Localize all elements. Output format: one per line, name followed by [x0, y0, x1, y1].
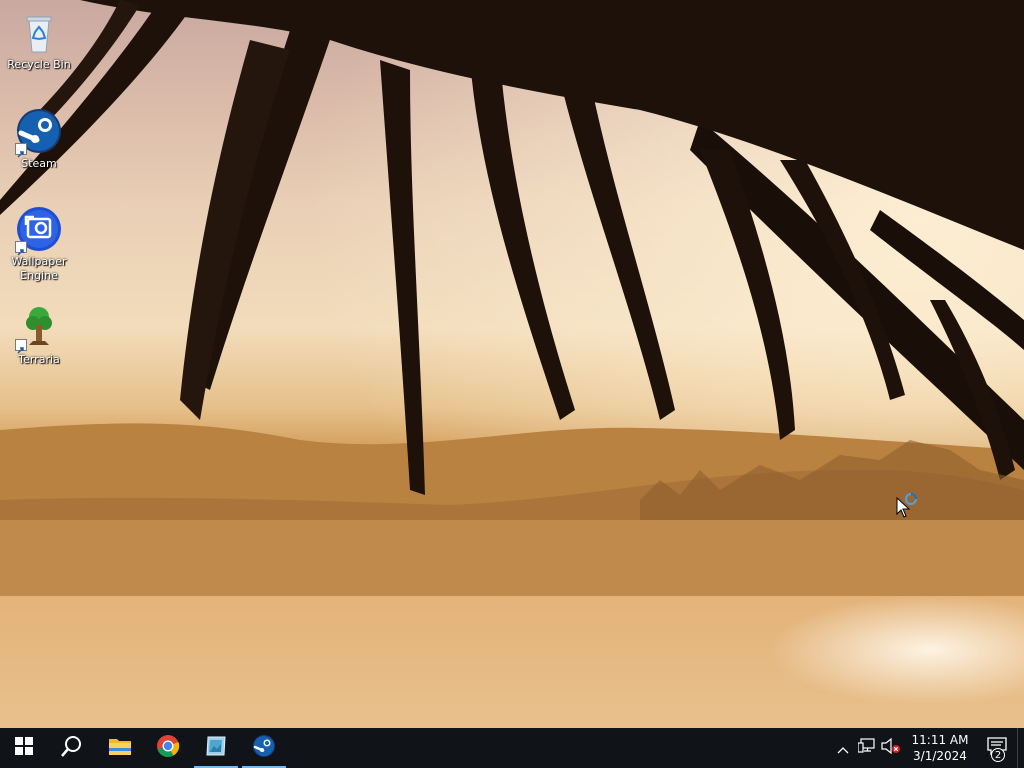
steam-icon [252, 734, 276, 762]
chevron-up-icon [837, 739, 849, 758]
shortcut-arrow-icon [15, 241, 27, 256]
notification-count-badge: 2 [991, 748, 1005, 762]
wallpaper-app-icon [204, 734, 228, 762]
network-icon [857, 738, 876, 758]
taskbar-file-explorer[interactable] [96, 728, 144, 768]
desktop-icon-recycle-bin[interactable]: Recycle Bin [1, 8, 77, 72]
volume-button[interactable] [879, 728, 903, 768]
show-hidden-icons-button[interactable] [831, 728, 855, 768]
busy-cursor-icon [896, 490, 920, 522]
network-button[interactable] [855, 728, 879, 768]
desktop[interactable]: Recycle Bin Steam Wallpaper Engine Terra… [0, 0, 1024, 728]
recycle-bin-icon [15, 8, 63, 56]
taskbar: 11:11 AM 3/1/2024 2 [0, 728, 1024, 768]
desktop-icon-steam[interactable]: Steam [1, 107, 77, 171]
system-tray: 11:11 AM 3/1/2024 2 [831, 728, 1024, 768]
shortcut-arrow-icon [15, 339, 27, 354]
clock-time: 11:11 AM [911, 733, 969, 747]
chrome-icon [156, 734, 180, 762]
desktop-icon-label: Recycle Bin [7, 58, 71, 71]
desktop-icon-label: Steam [21, 157, 57, 170]
clock-date: 3/1/2024 [913, 749, 967, 763]
windows-start-icon [15, 737, 33, 759]
desktop-icon-terraria[interactable]: Terraria [1, 303, 77, 367]
wallpaper-engine-icon [15, 205, 63, 256]
shortcut-arrow-icon [15, 143, 27, 158]
steam-icon [15, 107, 63, 158]
desktop-icon-label: Wallpaper Engine [11, 255, 67, 282]
wallpaper-image [0, 0, 1024, 728]
show-desktop-button[interactable] [1017, 728, 1024, 768]
clock[interactable]: 11:11 AM 3/1/2024 [903, 728, 977, 768]
desktop-icon-label: Terraria [18, 353, 60, 366]
file-explorer-icon [108, 735, 132, 761]
action-center-button[interactable]: 2 [977, 728, 1017, 768]
taskbar-wallpaper-app[interactable] [192, 728, 240, 768]
desktop-icon-wallpaper-engine[interactable]: Wallpaper Engine [1, 205, 77, 283]
taskbar-steam[interactable] [240, 728, 288, 768]
volume-muted-icon [881, 737, 901, 758]
start-button[interactable] [0, 728, 48, 768]
search-icon [61, 735, 83, 761]
taskbar-chrome[interactable] [144, 728, 192, 768]
terraria-icon [15, 303, 63, 354]
search-button[interactable] [48, 728, 96, 768]
